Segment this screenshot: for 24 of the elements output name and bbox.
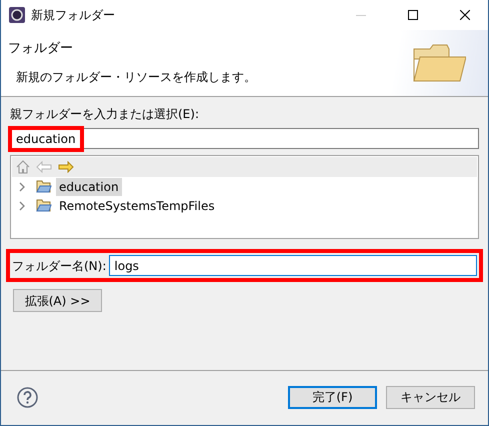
folder-name-field[interactable]: logs	[109, 255, 477, 276]
folder-icon	[412, 43, 466, 83]
cancel-button[interactable]: キャンセル	[386, 386, 475, 408]
folder-icon	[36, 180, 52, 193]
page-title: フォルダー	[8, 40, 74, 58]
tree-item[interactable]: RemoteSystemsTempFiles	[56, 196, 218, 214]
field-label: フォルダー名(N):	[12, 258, 106, 274]
app-icon	[9, 7, 25, 23]
window-title: 新規フォルダー	[31, 7, 115, 24]
expand-icon[interactable]	[18, 200, 26, 210]
tree-item[interactable]: education	[56, 178, 122, 196]
forward-arrow-icon[interactable]	[58, 161, 74, 173]
field-label: 親フォルダーを入力または選択(E):	[10, 106, 200, 123]
finish-button[interactable]: 完了(F)	[288, 386, 377, 408]
expand-icon[interactable]	[18, 182, 26, 192]
maximize-icon[interactable]	[408, 10, 418, 20]
back-arrow-icon[interactable]	[36, 161, 52, 173]
parent-folder-field[interactable]: education	[10, 128, 479, 149]
close-icon[interactable]	[460, 10, 470, 20]
page-description: 新規のフォルダー・リソースを作成します。	[16, 68, 257, 86]
home-icon[interactable]	[16, 160, 30, 174]
advanced-button[interactable]: 拡張(A) >>	[13, 289, 102, 312]
folder-icon	[36, 199, 52, 212]
help-icon[interactable]	[17, 386, 38, 408]
